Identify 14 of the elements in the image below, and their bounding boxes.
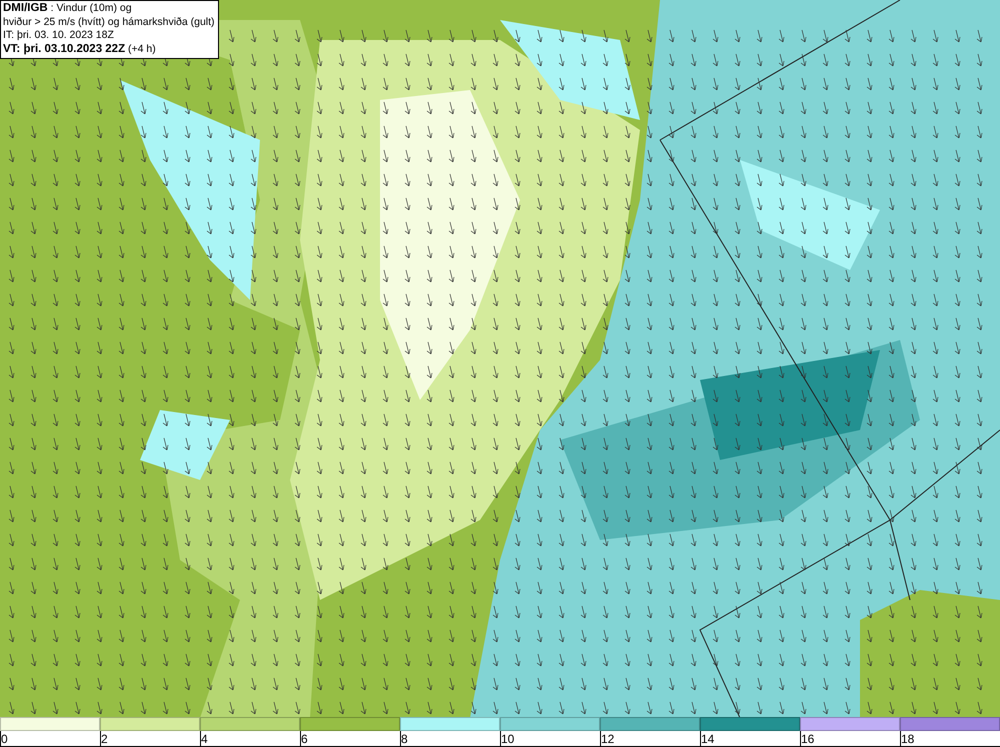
legend-tick-label: 18 <box>901 732 914 746</box>
legend-tick-label: 16 <box>801 732 814 746</box>
info-line: VT: þri. 03.10.2023 22Z (+4 h) <box>3 42 157 56</box>
info-line: DMI/IGB : Vindur (10m) og <box>3 2 133 16</box>
legend-tick-label: 8 <box>401 732 408 746</box>
legend-tick-label: 6 <box>301 732 308 746</box>
info-line: hviður > 25 m/s (hvítt) og hámarkshviða (gult) <box>3 16 215 29</box>
legend-tick-label: 2 <box>101 732 108 746</box>
info-line: IT: þri. 03. 10. 2023 18Z <box>3 29 115 42</box>
legend-tick-label: 0 <box>1 732 8 746</box>
legend-tick-label: 14 <box>701 732 714 746</box>
legend-tick-label: 10 <box>501 732 514 746</box>
legend-tick-label: 12 <box>601 732 614 746</box>
legend-tick-label: 4 <box>201 732 208 746</box>
